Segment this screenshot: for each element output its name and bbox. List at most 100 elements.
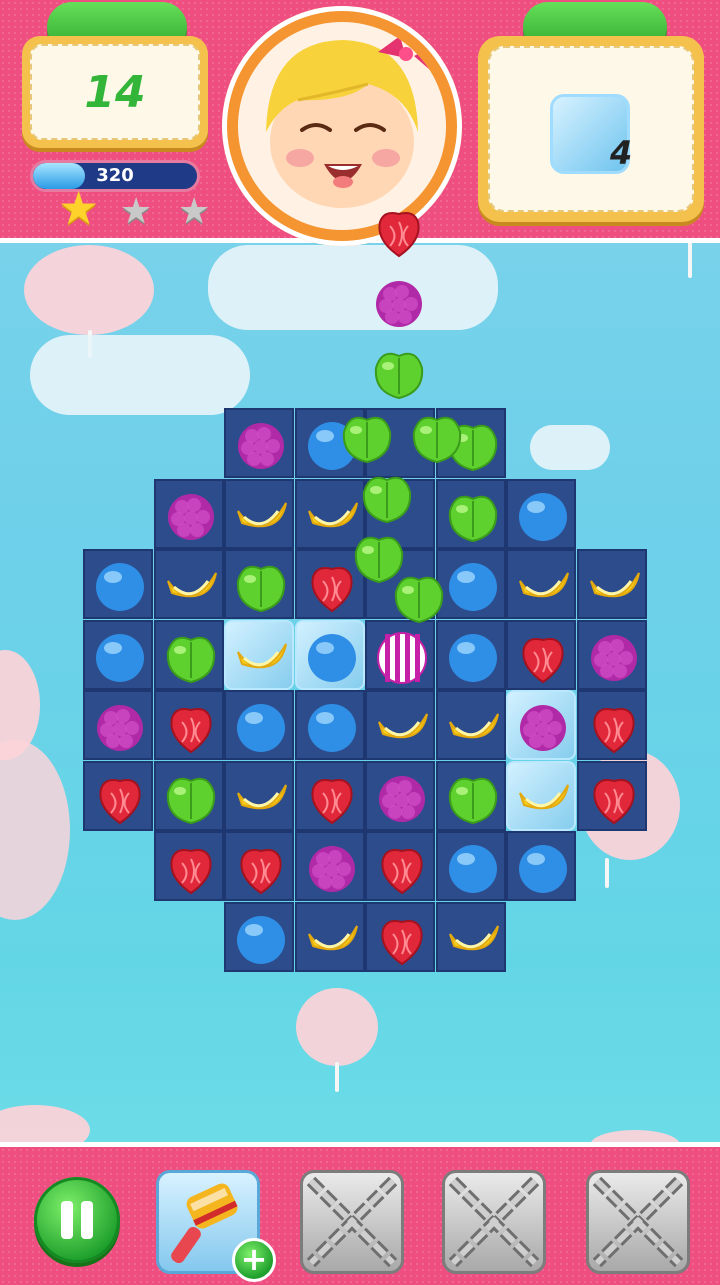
strawberry-candy-icon bbox=[305, 559, 359, 613]
blueberry-candy-icon bbox=[234, 700, 288, 754]
board-cell[interactable] bbox=[294, 408, 365, 478]
board-cell[interactable] bbox=[365, 760, 435, 831]
striped-candy-candy-icon bbox=[375, 630, 429, 684]
apple-candy-icon bbox=[164, 771, 218, 825]
strawberry-candy-icon bbox=[587, 700, 641, 754]
board-cell[interactable] bbox=[224, 549, 294, 619]
blueberry-candy-icon bbox=[234, 912, 288, 966]
board-cell[interactable] bbox=[365, 478, 435, 549]
grape-candy-icon bbox=[93, 700, 147, 754]
apple-candy-icon bbox=[446, 771, 500, 825]
goal-panel: 4 bbox=[488, 46, 694, 212]
board-cell[interactable] bbox=[365, 831, 435, 901]
board-cell[interactable] bbox=[224, 901, 294, 972]
strawberry-candy-icon bbox=[375, 912, 429, 966]
board-cell[interactable] bbox=[153, 619, 224, 690]
banana-candy-icon bbox=[516, 559, 570, 613]
banana-candy-icon bbox=[234, 630, 288, 684]
board-cell[interactable] bbox=[435, 901, 506, 972]
board-cell[interactable] bbox=[435, 549, 506, 619]
pause-icon bbox=[61, 1201, 73, 1239]
board-cell[interactable] bbox=[435, 831, 506, 901]
apple-candy-icon bbox=[234, 559, 288, 613]
board-cell[interactable] bbox=[83, 619, 153, 690]
board-cell[interactable] bbox=[294, 831, 365, 901]
board-cell[interactable] bbox=[435, 690, 506, 760]
banana-candy-icon bbox=[587, 559, 641, 613]
locked-booster-slot-3[interactable] bbox=[586, 1170, 690, 1274]
board-cell[interactable] bbox=[83, 690, 153, 760]
board-cell[interactable] bbox=[153, 549, 224, 619]
apple-candy-icon bbox=[446, 418, 500, 472]
banana-candy-icon bbox=[516, 771, 570, 825]
board-cell[interactable] bbox=[224, 760, 294, 831]
board-cell[interactable] bbox=[576, 690, 647, 760]
board-cell[interactable] bbox=[365, 408, 435, 478]
blueberry-candy-icon bbox=[516, 841, 570, 895]
board-cell[interactable] bbox=[576, 760, 647, 831]
locked-booster-slot-1[interactable] bbox=[300, 1170, 404, 1274]
moves-counter: 14 bbox=[22, 36, 208, 148]
goal-remaining-count: 4 bbox=[610, 134, 633, 172]
board-cell[interactable] bbox=[294, 549, 365, 619]
board-cell[interactable] bbox=[224, 408, 294, 478]
board-cell[interactable] bbox=[576, 549, 647, 619]
board-cell[interactable] bbox=[435, 478, 506, 549]
board-cell[interactable] bbox=[153, 760, 224, 831]
banana-candy-icon bbox=[446, 912, 500, 966]
board-cell[interactable] bbox=[153, 690, 224, 760]
board-cell[interactable] bbox=[506, 619, 576, 690]
strawberry-candy-icon bbox=[234, 841, 288, 895]
board-cell[interactable] bbox=[224, 619, 294, 690]
board-cell[interactable] bbox=[294, 760, 365, 831]
banana-candy-icon bbox=[305, 912, 359, 966]
board-cell[interactable] bbox=[153, 478, 224, 549]
board-cell[interactable] bbox=[224, 690, 294, 760]
board-cell[interactable] bbox=[506, 831, 576, 901]
falling-apple-candy-icon bbox=[372, 346, 426, 400]
blueberry-candy-icon bbox=[446, 559, 500, 613]
strawberry-candy-icon bbox=[516, 630, 570, 684]
banana-candy-icon bbox=[234, 771, 288, 825]
strawberry-candy-icon bbox=[375, 841, 429, 895]
board-cell[interactable] bbox=[435, 760, 506, 831]
board-cell[interactable] bbox=[83, 760, 153, 831]
blueberry-candy-icon bbox=[93, 630, 147, 684]
board-cell[interactable] bbox=[435, 619, 506, 690]
board-cell[interactable] bbox=[294, 478, 365, 549]
board-cell[interactable] bbox=[365, 690, 435, 760]
add-booster-button[interactable]: + bbox=[232, 1238, 276, 1282]
board-cell[interactable] bbox=[224, 831, 294, 901]
blueberry-candy-icon bbox=[305, 630, 359, 684]
chain-lock-icon bbox=[306, 1176, 398, 1268]
blueberry-candy-icon bbox=[446, 841, 500, 895]
board-cell[interactable] bbox=[365, 619, 435, 690]
board-cell[interactable] bbox=[576, 619, 647, 690]
board-cell[interactable] bbox=[294, 619, 365, 690]
strawberry-candy-icon bbox=[93, 771, 147, 825]
board-cell[interactable] bbox=[506, 760, 576, 831]
board-cell[interactable] bbox=[506, 549, 576, 619]
board-cell[interactable] bbox=[224, 478, 294, 549]
board-cell[interactable] bbox=[294, 901, 365, 972]
pause-button[interactable] bbox=[34, 1177, 120, 1263]
strawberry-candy-icon bbox=[164, 841, 218, 895]
board-cell[interactable] bbox=[365, 901, 435, 972]
moves-left-value: 14 bbox=[84, 66, 146, 118]
banana-candy-icon bbox=[446, 700, 500, 754]
board-cell[interactable] bbox=[153, 831, 224, 901]
blueberry-candy-icon bbox=[305, 700, 359, 754]
board-cell[interactable] bbox=[294, 690, 365, 760]
grape-candy-icon bbox=[305, 841, 359, 895]
banana-candy-icon bbox=[375, 700, 429, 754]
board-cell[interactable] bbox=[435, 408, 506, 478]
board-cell[interactable] bbox=[365, 549, 435, 619]
apple-candy-icon bbox=[164, 630, 218, 684]
locked-booster-slot-2[interactable] bbox=[442, 1170, 546, 1274]
star-icon-2: ★ bbox=[120, 191, 153, 232]
board-cell[interactable] bbox=[506, 478, 576, 549]
board-cell[interactable] bbox=[506, 690, 576, 760]
grape-candy-icon bbox=[164, 489, 218, 543]
board-cell[interactable] bbox=[83, 549, 153, 619]
chain-lock-icon bbox=[448, 1176, 540, 1268]
